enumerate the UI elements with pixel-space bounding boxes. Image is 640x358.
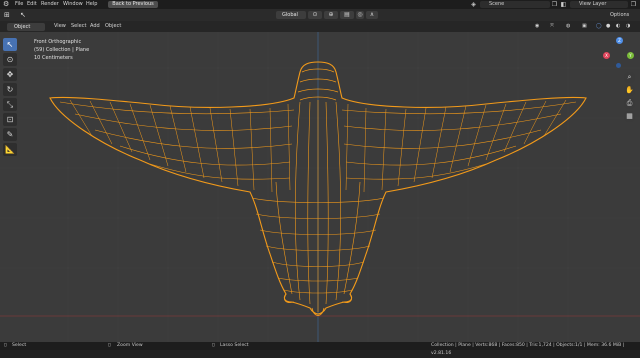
camera-icon[interactable]: ⎙ <box>624 98 635 109</box>
cursor-icon[interactable]: ⊙ <box>3 53 17 66</box>
mouse-left-icon: ▯ <box>4 343 7 348</box>
viewport-info: Front Orthographic (59) Collection | Pla… <box>34 38 89 62</box>
back-to-previous-button[interactable]: Back to Previous <box>108 1 158 8</box>
menu-object[interactable]: Object <box>105 21 121 32</box>
perspective-grid-icon[interactable]: ▦ <box>624 111 635 122</box>
view-layer-icon: ◧ <box>560 1 567 8</box>
gizmo-x-axis[interactable]: X <box>603 52 610 59</box>
orientation-label: Global <box>282 12 298 18</box>
3d-viewport[interactable]: Front Orthographic (59) Collection | Pla… <box>0 32 640 342</box>
mouse-right-icon: ▯ <box>212 343 215 348</box>
scene-icon: ◈ <box>471 1 476 8</box>
pan-hand-icon[interactable]: ✋ <box>624 85 635 96</box>
status-bar: ▯ Select ▯ Zoom View ▯ Lasso Select Coll… <box>0 342 640 356</box>
menu-render[interactable]: Render <box>41 0 59 9</box>
menu-file[interactable]: File <box>15 0 23 9</box>
new-scene-icon[interactable]: ❐ <box>551 1 558 8</box>
tool-settings-bar: ⊞ ↖ Global ⊙ ⊕ ▤ ◎ ∧ Options <box>0 9 640 21</box>
viewport-canvas <box>0 32 640 342</box>
menu-view[interactable]: View <box>54 21 66 32</box>
status-stats: Collection | Plane | Verts:868 | Faces:8… <box>431 343 625 356</box>
zoom-icon[interactable]: ⌕ <box>624 72 635 83</box>
top-menu-bar: ⚙ File Edit Render Window Help Back to P… <box>0 0 640 9</box>
menu-window[interactable]: Window <box>63 0 83 9</box>
view-layer-selector[interactable]: View Layer <box>570 1 628 8</box>
pivot-point-icon[interactable]: ⊙ <box>308 11 322 19</box>
blender-logo-icon[interactable]: ⚙ <box>3 0 9 9</box>
select-box-icon[interactable]: ↖ <box>3 38 17 51</box>
menu-edit[interactable]: Edit <box>27 0 37 9</box>
status-lasso: Lasso Select <box>220 343 249 348</box>
snap-target-icon[interactable]: ▤ <box>340 11 354 19</box>
gizmo-z-axis[interactable]: Z <box>616 37 623 44</box>
status-zoom: Zoom View <box>117 343 143 348</box>
shading-rendered-icon[interactable]: ◑ <box>626 21 630 32</box>
grid-scale: 10 Centimeters <box>34 55 73 61</box>
shading-solid-icon[interactable]: ● <box>606 21 610 32</box>
view-name: Front Orthographic <box>34 39 82 45</box>
falloff-icon[interactable]: ∧ <box>366 11 378 19</box>
overlay-toggle-icon[interactable]: ◍ <box>566 21 570 32</box>
editor-type-icon[interactable]: ⊞ <box>4 9 10 21</box>
transform-orientation-dropdown[interactable]: Global <box>276 11 306 19</box>
scale-icon[interactable]: ⤡ <box>3 98 17 111</box>
xray-icon[interactable]: ▣ <box>582 21 587 32</box>
gizmo-toggle-icon[interactable]: ⤧ <box>550 21 554 32</box>
mouse-middle-icon: ▯ <box>108 343 111 348</box>
visibility-icon[interactable]: ◉ <box>535 21 539 32</box>
tool-shelf: ↖ ⊙ ✥ ↻ ⤡ ⊡ ✎ 📐 <box>3 38 17 158</box>
options-dropdown[interactable]: Options <box>610 9 629 21</box>
shading-material-icon[interactable]: ◐ <box>616 21 620 32</box>
transform-icon[interactable]: ⊡ <box>3 113 17 126</box>
move-icon[interactable]: ✥ <box>3 68 17 81</box>
scene-selector[interactable]: Scene <box>480 1 550 8</box>
select-tool-icon[interactable]: ↖ <box>20 9 26 21</box>
menu-help[interactable]: Help <box>86 0 97 9</box>
snap-icon[interactable]: ⊕ <box>324 11 338 19</box>
collection-info: (59) Collection | Plane <box>34 47 90 53</box>
annotate-icon[interactable]: ✎ <box>3 128 17 141</box>
rotate-icon[interactable]: ↻ <box>3 83 17 96</box>
menu-select[interactable]: Select <box>71 21 86 32</box>
measure-icon[interactable]: 📐 <box>3 143 17 156</box>
status-select: Select <box>12 343 27 348</box>
menu-add[interactable]: Add <box>90 21 100 32</box>
proportional-edit-icon[interactable]: ◎ <box>356 11 364 19</box>
object-mode-dropdown[interactable]: Object Mode <box>7 23 45 38</box>
shading-wireframe-icon[interactable]: ◯ <box>596 21 602 32</box>
gizmo-y-axis[interactable]: Y <box>627 52 634 59</box>
gizmo-neg-z[interactable] <box>616 63 621 68</box>
bird-mesh-wireframe[interactable] <box>49 61 587 316</box>
grid <box>0 32 640 342</box>
viewport-header: Object Mode View Select Add Object ◉ ⤧ ◍… <box>0 21 640 38</box>
new-view-layer-icon[interactable]: ❐ <box>630 1 637 8</box>
